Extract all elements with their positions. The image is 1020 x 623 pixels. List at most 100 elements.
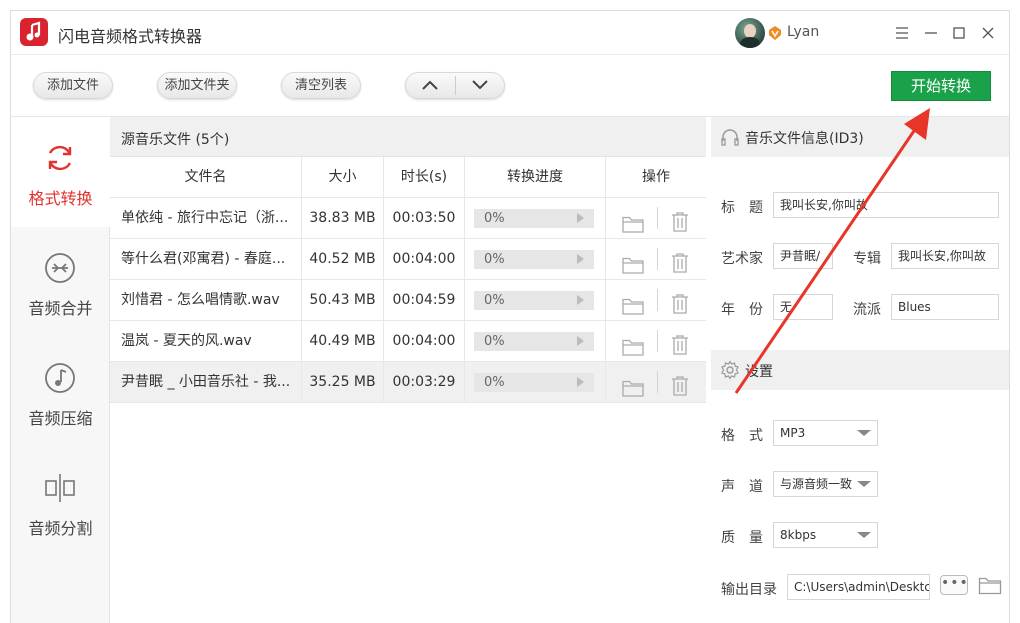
- split-icon: [45, 474, 75, 502]
- maximize-icon[interactable]: [949, 23, 969, 43]
- quality-label: 质 量: [721, 530, 763, 546]
- output-dir-field[interactable]: C:\Users\admin\Desktc: [787, 574, 930, 600]
- folder-icon[interactable]: [622, 291, 644, 321]
- table-row[interactable]: 尹昔眠 _ 小田音乐社 - 我... 35.25 MB 00:03:29 0%: [110, 362, 706, 403]
- genre-label: 流派: [853, 302, 881, 318]
- move-down-button[interactable]: [456, 73, 505, 98]
- table-row[interactable]: 温岚 - 夏天的风.wav 40.49 MB 00:04:00 0%: [110, 321, 706, 362]
- file-duration: 00:04:00: [384, 321, 465, 362]
- reorder-buttons: [405, 72, 505, 99]
- album-label: 专辑: [853, 251, 881, 267]
- quality-select[interactable]: 8kbps: [773, 522, 878, 548]
- table-row[interactable]: 等什么君(邓寓君) - 春庭... 40.52 MB 00:04:00 0%: [110, 239, 706, 280]
- add-file-button[interactable]: 添加文件: [33, 72, 113, 99]
- music-note-icon: [45, 363, 75, 393]
- trash-icon[interactable]: [670, 249, 690, 280]
- progress-bar: 0%: [474, 373, 594, 392]
- file-name: 尹昔眠 _ 小田音乐社 - 我...: [110, 362, 302, 403]
- app-title: 闪电音频格式转换器: [58, 27, 203, 46]
- column-header-duration[interactable]: 时长(s): [384, 157, 465, 198]
- sidebar-item-label: 格式转换: [28, 189, 93, 208]
- trash-icon[interactable]: [670, 331, 690, 362]
- genre-field[interactable]: Blues: [891, 294, 999, 320]
- progress-cell: 0%: [465, 239, 606, 280]
- output-dir-label: 输出目录: [721, 582, 777, 598]
- format-select[interactable]: MP3: [773, 420, 878, 446]
- progress-text: 0%: [484, 375, 505, 390]
- sidebar-item-audio-compress[interactable]: 音频压缩: [11, 337, 110, 447]
- sidebar-item-audio-split[interactable]: 音频分割: [11, 447, 110, 557]
- user-name[interactable]: Lyan: [787, 24, 819, 40]
- channel-select[interactable]: 与源音频一致: [773, 471, 878, 497]
- trash-icon[interactable]: [670, 372, 690, 403]
- file-size: 50.43 MB: [302, 280, 384, 321]
- artist-label: 艺术家: [721, 251, 763, 267]
- toolbar: 添加文件 添加文件夹 清空列表 开始转换: [11, 55, 1009, 117]
- progress-text: 0%: [484, 334, 505, 349]
- folder-icon[interactable]: [622, 209, 644, 239]
- sidebar-item-audio-merge[interactable]: 音频合并: [11, 227, 110, 337]
- file-size: 35.25 MB: [302, 362, 384, 403]
- play-icon: [577, 336, 584, 346]
- progress-cell: 0%: [465, 362, 606, 403]
- headphones-icon: [721, 129, 739, 146]
- column-header-size[interactable]: 大小: [302, 157, 384, 198]
- title-label: 标 题: [721, 200, 763, 216]
- move-up-button[interactable]: [406, 73, 455, 98]
- progress-text: 0%: [484, 293, 505, 308]
- year-field[interactable]: 无: [773, 294, 833, 320]
- play-icon: [577, 254, 584, 264]
- file-list-title: 源音乐文件 (5个): [121, 132, 230, 148]
- folder-icon[interactable]: [622, 332, 644, 362]
- progress-bar: 0%: [474, 250, 594, 269]
- trash-icon[interactable]: [670, 208, 690, 239]
- column-header-progress: 转换进度: [465, 157, 606, 198]
- table-row[interactable]: 刘惜君 - 怎么唱情歌.wav 50.43 MB 00:04:59 0%: [110, 280, 706, 321]
- table-row[interactable]: 单依纯 - 旅行中忘记（浙... 38.83 MB 00:03:50 0%: [110, 198, 706, 239]
- open-folder-icon[interactable]: [978, 575, 1002, 595]
- browse-button[interactable]: •••: [940, 575, 968, 595]
- file-size: 38.83 MB: [302, 198, 384, 239]
- gear-icon: [721, 360, 739, 380]
- ops-cell: [606, 280, 706, 321]
- format-label: 格 式: [721, 428, 763, 444]
- quality-select-value: 8kbps: [780, 528, 817, 542]
- sidebar-item-format-convert[interactable]: 格式转换: [11, 117, 110, 227]
- user-avatar[interactable]: [735, 18, 765, 48]
- vip-badge-icon: [769, 26, 781, 40]
- year-label: 年 份: [721, 302, 763, 318]
- folder-icon[interactable]: [622, 373, 644, 403]
- file-duration: 00:03:29: [384, 362, 465, 403]
- progress-bar: 0%: [474, 332, 594, 351]
- file-duration: 00:03:50: [384, 198, 465, 239]
- file-duration: 00:04:59: [384, 280, 465, 321]
- play-icon: [577, 213, 584, 223]
- clear-list-button[interactable]: 清空列表: [281, 72, 361, 99]
- ops-cell: [606, 321, 706, 362]
- merge-icon: [45, 253, 75, 283]
- play-icon: [577, 295, 584, 305]
- app-window: 闪电音频格式转换器 Lyan 添加文件 添加文件夹 清空列表 开始转换 格式转换…: [10, 10, 1010, 623]
- trash-icon[interactable]: [670, 290, 690, 321]
- column-header-ops: 操作: [642, 169, 670, 185]
- file-name: 单依纯 - 旅行中忘记（浙...: [110, 198, 302, 239]
- file-list-panel: 源音乐文件 (5个) 文件名 大小 时长(s) 转换进度 操作 单依纯 - 旅行…: [110, 117, 706, 623]
- progress-cell: 0%: [465, 198, 606, 239]
- add-folder-button[interactable]: 添加文件夹: [157, 72, 237, 99]
- artist-field[interactable]: 尹昔眠/: [773, 243, 833, 269]
- progress-text: 0%: [484, 252, 505, 267]
- menu-icon[interactable]: [892, 23, 912, 43]
- close-icon[interactable]: [978, 23, 998, 43]
- folder-icon[interactable]: [622, 250, 644, 280]
- file-duration: 00:04:00: [384, 239, 465, 280]
- column-header-name[interactable]: 文件名: [110, 157, 302, 198]
- minimize-icon[interactable]: [921, 23, 941, 43]
- start-convert-button[interactable]: 开始转换: [891, 71, 991, 101]
- title-field[interactable]: 我叫长安,你叫故: [773, 192, 999, 218]
- dropdown-caret-icon: [857, 481, 871, 487]
- file-name: 等什么君(邓寓君) - 春庭...: [110, 239, 302, 280]
- file-name: 刘惜君 - 怎么唱情歌.wav: [110, 280, 302, 321]
- progress-bar: 0%: [474, 209, 594, 228]
- album-field[interactable]: 我叫长安,你叫故: [891, 243, 999, 269]
- id3-info-title: 音乐文件信息(ID3): [745, 131, 864, 147]
